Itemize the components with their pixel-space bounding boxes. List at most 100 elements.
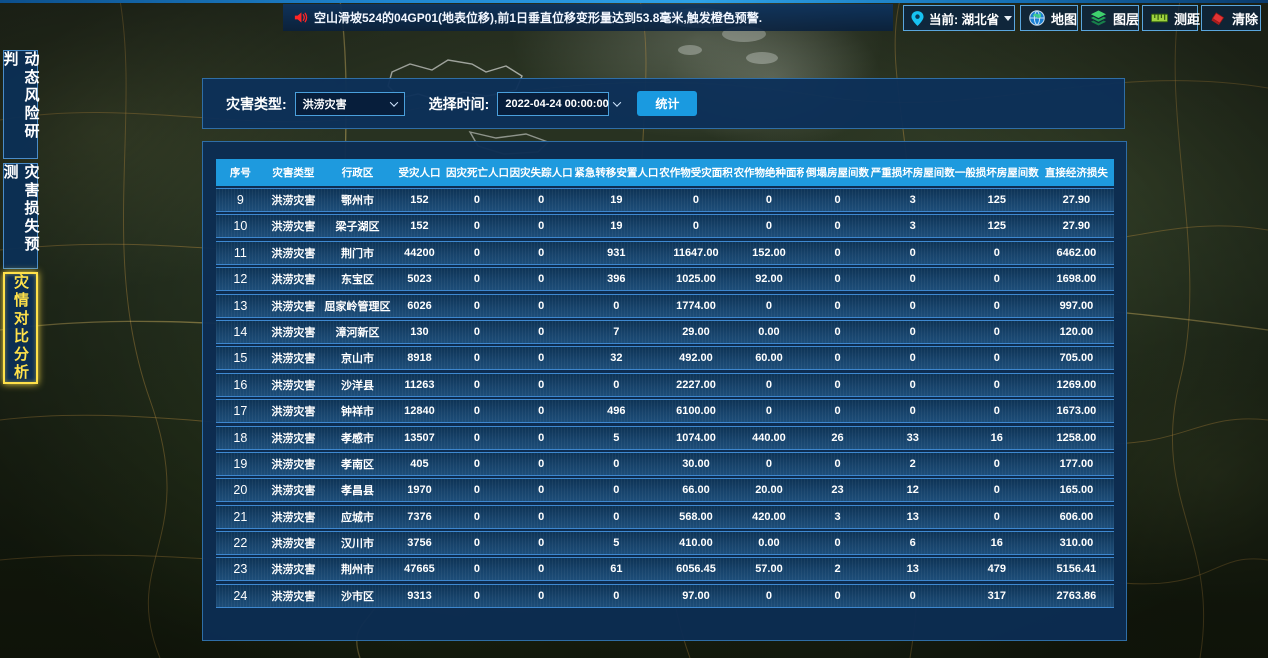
table-cell: 11647.00 <box>658 247 733 259</box>
clear-button[interactable]: 清除 <box>1201 5 1261 31</box>
time-select[interactable]: 2022-04-24 00:00:00 <box>497 92 609 116</box>
table-cell: 沙市区 <box>322 588 393 604</box>
table-cell: 洪涝灾害 <box>265 456 323 472</box>
table-cell: 27.90 <box>1039 220 1114 232</box>
table-cell: 0 <box>446 458 508 470</box>
region-selector[interactable]: 当前: 湖北省 <box>903 5 1015 31</box>
map-button[interactable]: 地图 <box>1020 5 1078 31</box>
table-cell: 0.00 <box>734 326 805 338</box>
table-cell: 6 <box>871 537 955 549</box>
table-cell: 洪涝灾害 <box>265 535 323 551</box>
table-row[interactable]: 23洪涝灾害荆州市4766500616056.4557.002134795156… <box>216 557 1114 581</box>
column-header: 直接经济损失 <box>1039 165 1114 180</box>
column-header: 倒塌房屋间数 <box>804 165 870 180</box>
table-row[interactable]: 22洪涝灾害汉川市3756005410.000.000616310.00 <box>216 531 1114 555</box>
sidebar-tab-dynamic-risk[interactable]: 动态风险研判 <box>3 50 38 159</box>
table-cell: 0 <box>574 458 658 470</box>
chevron-down-icon <box>1004 16 1012 21</box>
table-cell: 0 <box>508 194 574 206</box>
table-cell: 洪涝灾害 <box>265 403 323 419</box>
table-row[interactable]: 15洪涝灾害京山市89180032492.0060.00000705.00 <box>216 346 1114 370</box>
table-cell: 10 <box>216 219 265 233</box>
sidebar-tab-disaster-compare-active[interactable]: 灾情对比分析 <box>3 272 38 384</box>
table-cell: 荆州市 <box>322 561 393 577</box>
table-cell: 0 <box>508 458 574 470</box>
chevron-down-icon <box>389 98 397 106</box>
table-cell: 20.00 <box>734 484 805 496</box>
table-row[interactable]: 17洪涝灾害钟祥市12840004966100.0000001673.00 <box>216 399 1114 423</box>
chevron-down-icon <box>612 98 620 106</box>
statistics-button[interactable]: 统计 <box>637 91 697 116</box>
table-cell: 1258.00 <box>1039 432 1114 444</box>
table-cell: 11263 <box>393 379 446 391</box>
table-cell: 1698.00 <box>1039 273 1114 285</box>
table-row[interactable]: 21洪涝灾害应城市7376000568.00420.003130606.00 <box>216 505 1114 529</box>
table-cell: 22 <box>216 536 265 550</box>
table-cell: 0 <box>508 484 574 496</box>
table-cell: 洪涝灾害 <box>265 350 323 366</box>
table-cell: 15 <box>216 351 265 365</box>
table-cell: 0 <box>446 484 508 496</box>
table-cell: 26 <box>804 432 870 444</box>
table-cell: 0 <box>955 300 1039 312</box>
table-row[interactable]: 19洪涝灾害孝南区40500030.000020177.00 <box>216 452 1114 476</box>
filter-panel: 灾害类型: 洪涝灾害 选择时间: 2022-04-24 00:00:00 统计 <box>202 78 1125 129</box>
table-cell: 汉川市 <box>322 535 393 551</box>
table-row[interactable]: 20洪涝灾害孝昌县197000066.0020.0023120165.00 <box>216 478 1114 502</box>
clear-button-label: 清除 <box>1232 9 1258 28</box>
table-cell: 16 <box>216 378 265 392</box>
table-cell: 420.00 <box>734 511 805 523</box>
table-cell: 0 <box>446 405 508 417</box>
table-cell: 0 <box>804 194 870 206</box>
table-cell: 0 <box>446 537 508 549</box>
table-cell: 152 <box>393 220 446 232</box>
table-row[interactable]: 18洪涝灾害孝感市135070051074.00440.002633161258… <box>216 426 1114 450</box>
table-row[interactable]: 14洪涝灾害漳河新区13000729.000.00000120.00 <box>216 320 1114 344</box>
column-header: 紧急转移安置人口 <box>574 165 658 180</box>
table-cell: 洪涝灾害 <box>265 192 323 208</box>
table-row[interactable]: 11洪涝灾害荆门市442000093111647.00152.000006462… <box>216 241 1114 265</box>
table-cell: 16 <box>955 537 1039 549</box>
table-cell: 47665 <box>393 563 446 575</box>
table-row[interactable]: 9洪涝灾害鄂州市1520019000312527.90 <box>216 188 1114 212</box>
layers-icon <box>1090 10 1107 26</box>
table-cell: 0.00 <box>734 537 805 549</box>
table-cell: 0 <box>871 405 955 417</box>
table-cell: 152.00 <box>734 247 805 259</box>
disaster-type-select[interactable]: 洪涝灾害 <box>295 92 405 116</box>
table-cell: 11 <box>216 246 265 260</box>
table-cell: 荆门市 <box>322 245 393 261</box>
table-cell: 屈家岭管理区 <box>322 298 393 314</box>
table-row[interactable]: 24洪涝灾害沙市区931300097.000003172763.86 <box>216 584 1114 608</box>
table-row[interactable]: 12洪涝灾害东宝区5023003961025.0092.000001698.00 <box>216 267 1114 291</box>
table-cell: 0 <box>955 352 1039 364</box>
table-cell: 0 <box>871 326 955 338</box>
table-row[interactable]: 13洪涝灾害屈家岭管理区60260001774.000000997.00 <box>216 294 1114 318</box>
table-cell: 5023 <box>393 273 446 285</box>
table-cell: 7376 <box>393 511 446 523</box>
table-cell: 0 <box>804 273 870 285</box>
table-cell: 洪涝灾害 <box>265 245 323 261</box>
measure-distance-button[interactable]: 测距 <box>1142 5 1198 31</box>
table-row[interactable]: 16洪涝灾害沙洋县112630002227.0000001269.00 <box>216 373 1114 397</box>
table-cell: 705.00 <box>1039 352 1114 364</box>
table-cell: 0 <box>734 379 805 391</box>
table-cell: 0 <box>955 379 1039 391</box>
table-cell: 孝昌县 <box>322 482 393 498</box>
table-cell: 29.00 <box>658 326 733 338</box>
layers-button[interactable]: 图层 <box>1081 5 1139 31</box>
table-cell: 0 <box>804 352 870 364</box>
sidebar-tab-loss-forecast[interactable]: 灾害损失预测 <box>3 163 38 269</box>
table-cell: 0 <box>955 458 1039 470</box>
table-cell: 应城市 <box>322 509 393 525</box>
table-cell: 洪涝灾害 <box>265 430 323 446</box>
alert-text: 空山滑坡524的04GP01(地表位移),前1日垂直位移变形量达到53.8毫米,… <box>314 9 762 26</box>
globe-icon <box>1029 10 1045 26</box>
table-cell: 14 <box>216 325 265 339</box>
table-row[interactable]: 10洪涝灾害梁子湖区1520019000312527.90 <box>216 214 1114 238</box>
table-cell: 12 <box>871 484 955 496</box>
table-cell: 0 <box>955 247 1039 259</box>
table-cell: 19 <box>574 220 658 232</box>
table-cell: 0 <box>508 273 574 285</box>
column-header: 因灾死亡人口 <box>446 165 508 180</box>
